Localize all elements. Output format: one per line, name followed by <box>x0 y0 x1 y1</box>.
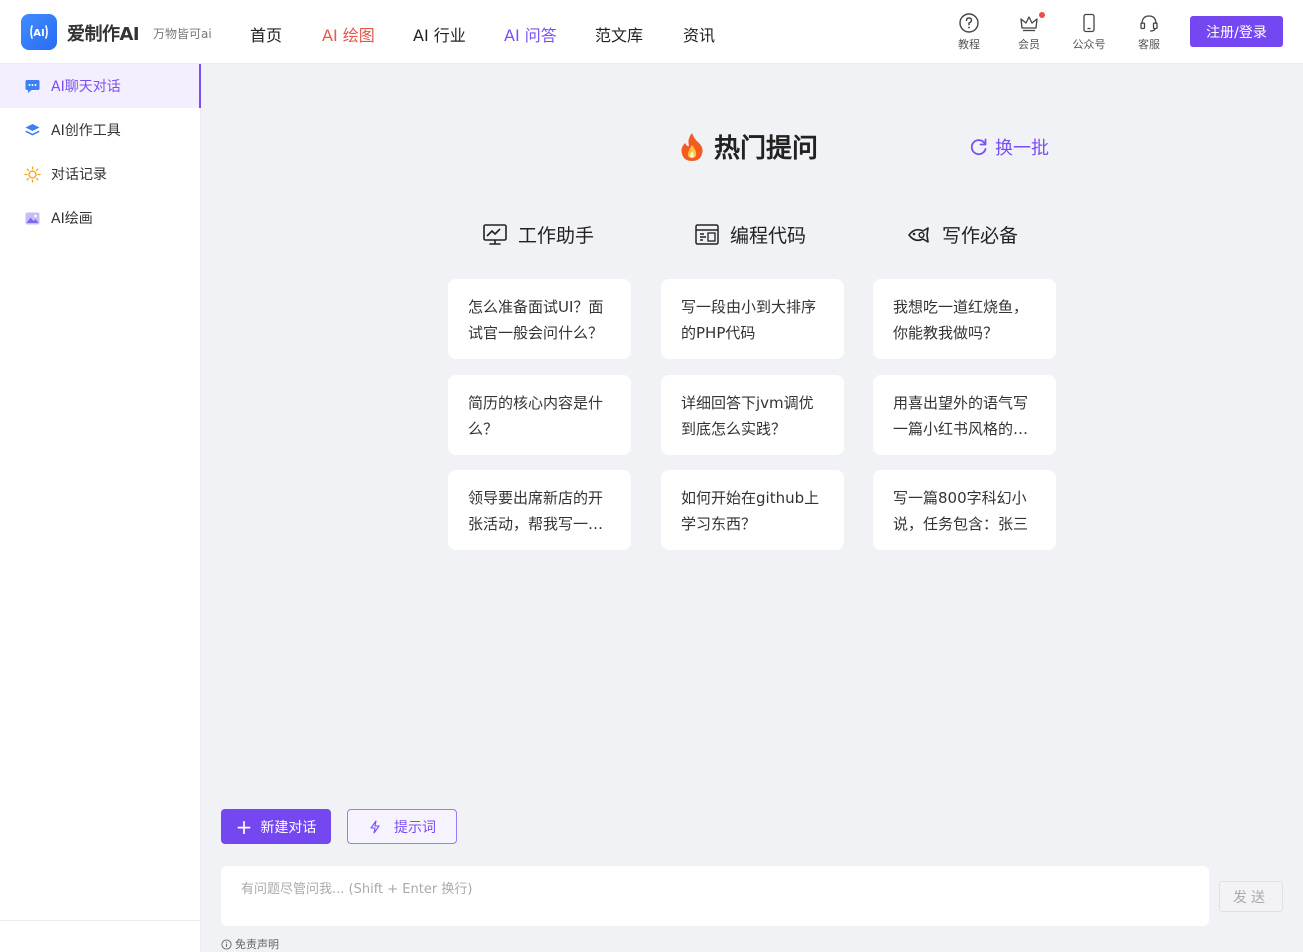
category-writing: 写作必备 <box>906 221 1018 248</box>
category-work-assistant: 工作助手 <box>482 221 594 248</box>
headset-icon <box>1140 15 1158 32</box>
chat-icon <box>25 79 40 93</box>
sidebar-item-label: AI聊天对话 <box>51 79 121 95</box>
prompt-button[interactable]: 提示词 <box>347 809 457 844</box>
refresh-label: 换一批 <box>995 138 1049 159</box>
question-card[interactable]: 领导要出席新店的开张活动，帮我写一篇发言稿 <box>448 470 631 550</box>
tool-label: 公众号 <box>1072 38 1106 51</box>
new-chat-button[interactable]: + 新建对话 <box>221 809 331 844</box>
plus-icon: + <box>235 814 253 839</box>
question-text: 我想吃一道红烧鱼，你能教我做吗？ <box>893 298 1029 342</box>
question-card[interactable]: 如何开始在github上学习东西？ <box>661 470 844 550</box>
category-label: 工作助手 <box>518 225 595 247</box>
category-label: 编程代码 <box>730 225 807 247</box>
customer-service-button[interactable]: 客服 <box>1125 12 1173 52</box>
question-text: 如何开始在github上学习东西？ <box>681 489 820 533</box>
brand-slogan: 万物皆可ai <box>153 27 212 41</box>
logo[interactable]: AI <box>21 14 57 50</box>
send-button[interactable]: 发送 <box>1219 881 1283 912</box>
new-chat-label: 新建对话 <box>260 819 317 836</box>
category-programming: 编程代码 <box>694 221 806 248</box>
nav-news[interactable]: 资讯 <box>683 22 715 46</box>
nav-home[interactable]: 首页 <box>250 22 282 46</box>
login-register-button[interactable]: 注册/登录 <box>1190 16 1283 47</box>
sidebar-item-chat-history[interactable]: 对话记录 <box>0 152 201 196</box>
sidebar-item-creation-tools[interactable]: AI创作工具 <box>0 108 201 152</box>
chat-input-container <box>221 866 1209 926</box>
sidebar: AI聊天对话 AI创作工具 对话记录 AI绘画 <box>0 64 201 952</box>
question-text: 写一篇800字科幻小说，任务包含：张三 <box>893 489 1029 533</box>
lightning-icon <box>370 819 380 834</box>
sidebar-item-label: 对话记录 <box>51 167 107 183</box>
brand-name[interactable]: 爱制作AI <box>67 20 140 46</box>
sidebar-footer <box>0 920 201 952</box>
question-card[interactable]: 简历的核心内容是什么？ <box>448 375 631 455</box>
tool-label: 教程 <box>958 38 980 51</box>
nav-templates[interactable]: 范文库 <box>595 22 643 46</box>
image-icon <box>25 212 40 224</box>
disclaimer-link[interactable]: 免责声明 <box>221 936 279 952</box>
hot-questions-title: 热门提问 <box>678 128 818 165</box>
help-circle-icon <box>959 13 979 33</box>
wechat-account-button[interactable]: 公众号 <box>1065 12 1113 52</box>
monitor-icon <box>483 223 507 245</box>
prompt-label: 提示词 <box>394 819 436 836</box>
tutorial-button[interactable]: 教程 <box>945 12 993 52</box>
phone-icon <box>1083 13 1095 33</box>
question-card[interactable]: 用喜出望外的语气写一篇小红书风格的文案 <box>873 375 1056 455</box>
code-icon <box>695 223 719 245</box>
nav-ai-drawing[interactable]: AI 绘图 <box>322 22 375 46</box>
layers-icon <box>25 123 40 135</box>
refresh-icon <box>970 138 987 156</box>
vip-button[interactable]: 会员 <box>1005 12 1053 52</box>
question-text: 用喜出望外的语气写一篇小红书风格的文案 <box>893 394 1029 438</box>
hot-title-text: 热门提问 <box>714 134 819 164</box>
top-header: AI 爱制作AI 万物皆可ai 首页 AI 绘图 AI 行业 AI 问答 范文库… <box>0 0 1303 64</box>
sidebar-item-ai-painting[interactable]: AI绘画 <box>0 196 201 240</box>
tool-label: 客服 <box>1138 38 1160 51</box>
question-text: 怎么准备面试UI？面试官一般会问什么？ <box>468 298 604 342</box>
fire-icon <box>681 132 703 161</box>
question-text: 写一段由小到大排序的PHP代码 <box>681 298 817 342</box>
question-card[interactable]: 怎么准备面试UI？面试官一般会问什么？ <box>448 279 631 359</box>
nav-ai-industry[interactable]: AI 行业 <box>413 22 466 46</box>
sidebar-item-ai-chat[interactable]: AI聊天对话 <box>0 64 201 108</box>
question-text: 详细回答下jvm调优到底怎么实践？ <box>681 394 814 438</box>
disclaimer-label: 免责声明 <box>235 938 279 951</box>
crown-icon <box>1020 16 1038 32</box>
info-icon <box>221 938 232 950</box>
refresh-button[interactable]: 换一批 <box>969 134 1049 160</box>
chat-input[interactable] <box>241 878 1189 914</box>
nav-ai-qa[interactable]: AI 问答 <box>504 22 557 46</box>
sidebar-item-label: AI绘画 <box>51 211 93 227</box>
question-card[interactable]: 写一篇800字科幻小说，任务包含：张三 <box>873 470 1056 550</box>
sun-icon <box>24 165 41 183</box>
notification-dot <box>1039 12 1045 18</box>
category-label: 写作必备 <box>942 225 1019 247</box>
question-card[interactable]: 我想吃一道红烧鱼，你能教我做吗？ <box>873 279 1056 359</box>
question-card[interactable]: 详细回答下jvm调优到底怎么实践？ <box>661 375 844 455</box>
question-card[interactable]: 写一段由小到大排序的PHP代码 <box>661 279 844 359</box>
logo-text: AI <box>33 28 44 39</box>
question-text: 领导要出席新店的开张活动，帮我写一篇发言稿 <box>468 489 604 533</box>
sidebar-item-label: AI创作工具 <box>51 123 121 139</box>
tool-label: 会员 <box>1018 38 1040 51</box>
logo-icon: AI <box>30 25 48 39</box>
question-text: 简历的核心内容是什么？ <box>468 394 604 438</box>
fish-icon <box>908 226 929 243</box>
